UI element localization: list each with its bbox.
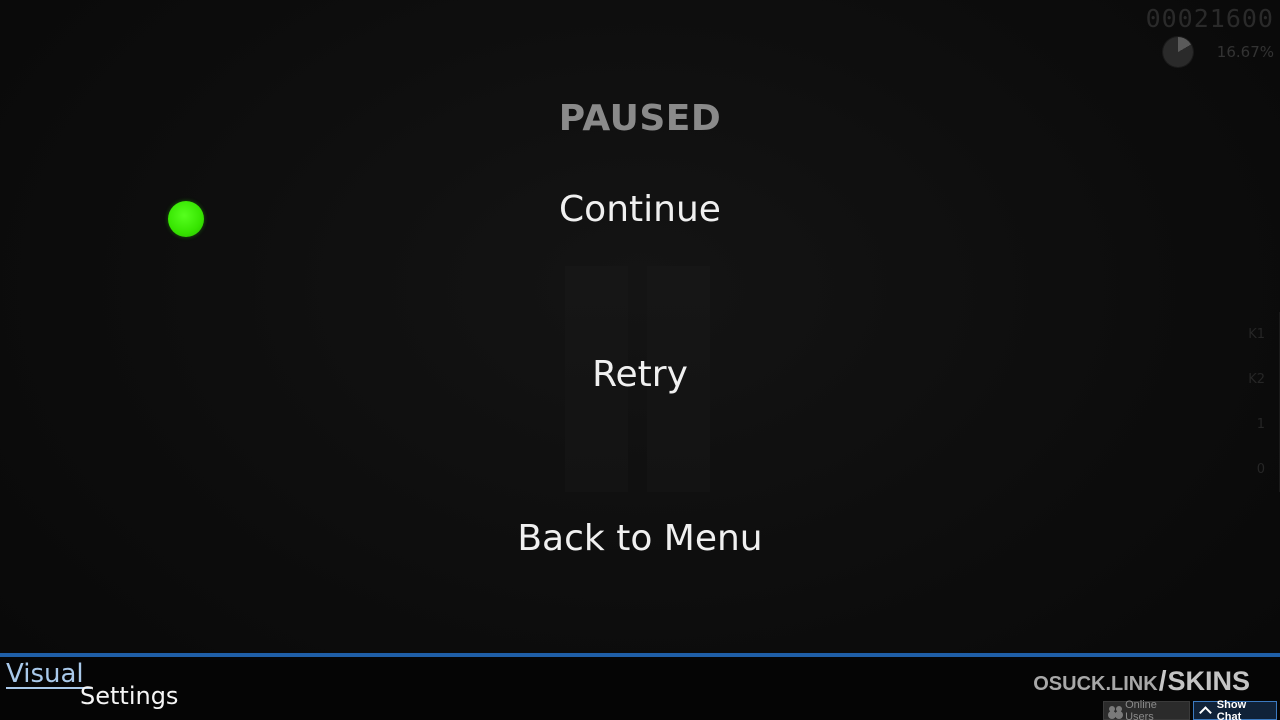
key-m2: 0: [1236, 447, 1280, 492]
game-cursor: [168, 201, 204, 237]
retry-button[interactable]: Retry: [0, 354, 1280, 395]
visual-settings-label-settings[interactable]: Settings: [80, 682, 178, 710]
brand-link-text: OSUCK.LINK: [1033, 673, 1158, 695]
show-chat-button[interactable]: Show Chat: [1193, 698, 1277, 720]
key-overlay: K1 K2 1 0: [1236, 312, 1280, 492]
key-k2: K2: [1236, 357, 1280, 402]
visual-settings-label-visual[interactable]: Visual: [6, 659, 84, 689]
show-chat-label: Show Chat: [1216, 698, 1247, 720]
score-display: 00021600: [1145, 4, 1274, 33]
key-m1: 1: [1236, 402, 1280, 447]
key-k1: K1: [1236, 312, 1280, 357]
users-icon: [1108, 705, 1123, 717]
brand-skins-text: SKINS: [1167, 666, 1250, 696]
online-users-button[interactable]: Online Users: [1103, 698, 1190, 720]
progress-pie-icon: [1163, 37, 1193, 67]
accuracy-display: 16.67%: [1216, 43, 1274, 61]
online-users-label: Online Users: [1125, 698, 1157, 720]
game-stage: 00021600 16.67% PAUSED Continue Retry Ba…: [0, 0, 1280, 720]
brand-watermark: OSUCK.LINK / SKINS: [1033, 665, 1250, 697]
pause-title: PAUSED: [558, 98, 722, 139]
visual-underline: [6, 687, 91, 689]
chevron-up-icon: [1199, 706, 1212, 719]
brand-slash: /: [1158, 665, 1167, 696]
back-to-menu-button[interactable]: Back to Menu: [0, 518, 1280, 559]
